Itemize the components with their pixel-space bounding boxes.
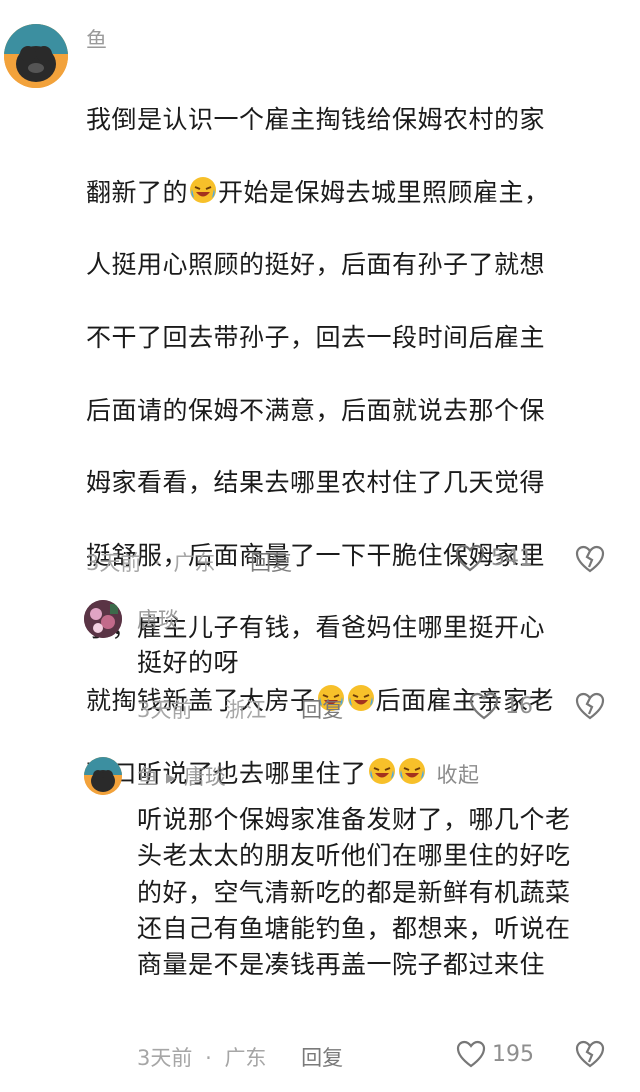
text-line: 人挺用心照顾的挺好，后面有孙子了就想 xyxy=(86,250,546,280)
laughing-crying-emoji-icon xyxy=(397,756,427,786)
laughing-crying-emoji-icon xyxy=(346,683,376,713)
separator: · xyxy=(205,698,212,722)
like-count: 16 xyxy=(505,693,533,719)
timestamp: 3天前 xyxy=(86,551,142,575)
comment-text: 挺好的呀 xyxy=(137,648,240,677)
avatar[interactable] xyxy=(84,600,122,638)
right-triangle-icon: ▶ xyxy=(166,771,176,786)
comment-text: 听说那个保姆家准备发财了，哪几个老 头老太太的朋友听他们在哪里住的好吃 的好，空… xyxy=(137,805,571,980)
dislike-button[interactable] xyxy=(575,692,605,724)
collapse-button[interactable]: 收起 xyxy=(437,763,480,787)
timestamp: 3天前 xyxy=(137,1046,193,1070)
broken-heart-icon xyxy=(575,692,605,720)
text-line: 我倒是认识一个雇主掏钱给保姆农村的家 xyxy=(86,105,546,135)
username[interactable]: 鱼 xyxy=(86,28,107,52)
reply-button[interactable]: 回复 xyxy=(301,698,343,722)
text-line: 不干了回去带孙子，回去一段时间后雇主 xyxy=(86,323,546,353)
comment-meta: 3天前 · 浙江 回复 xyxy=(137,694,343,724)
text-line: 翻新了的 开始是保姆去城里照顾雇主， xyxy=(86,175,616,211)
heart-outline-icon xyxy=(456,1040,486,1068)
like-button[interactable]: 16 xyxy=(469,692,533,720)
comment-meta: 3天前 · 广东 回复 xyxy=(137,1042,343,1072)
like-count: 541 xyxy=(491,545,533,571)
separator: · xyxy=(154,551,161,575)
username: 鱼 ▶ 唐琰 xyxy=(137,765,226,791)
like-count: 195 xyxy=(492,1041,534,1067)
location: 广东 xyxy=(173,551,216,575)
location: 浙江 xyxy=(224,698,267,722)
reply-button[interactable]: 回复 xyxy=(250,551,292,575)
comment-meta: 3天前 · 广东 回复 xyxy=(86,547,292,577)
text-line: 后面请的保姆不满意，后面就说去那个保 xyxy=(86,395,546,425)
location: 广东 xyxy=(224,1046,267,1070)
text-line: 姆家看看，结果去哪里农村住了几天觉得 xyxy=(86,468,546,498)
username[interactable]: 唐琰 xyxy=(137,608,179,632)
avatar[interactable] xyxy=(84,757,122,795)
laughing-crying-emoji-icon xyxy=(367,756,397,786)
broken-heart-icon xyxy=(575,545,605,573)
like-button[interactable]: 541 xyxy=(455,544,533,572)
dislike-button[interactable] xyxy=(575,1040,605,1072)
broken-heart-icon xyxy=(575,1040,605,1068)
avatar[interactable] xyxy=(4,24,68,88)
author-name[interactable]: 鱼 xyxy=(137,765,158,789)
like-button[interactable]: 195 xyxy=(456,1040,534,1068)
heart-outline-icon xyxy=(455,544,485,572)
laughing-crying-emoji-icon xyxy=(188,175,218,205)
timestamp: 3天前 xyxy=(137,698,193,722)
dislike-button[interactable] xyxy=(575,545,605,577)
reply-to-name[interactable]: 唐琰 xyxy=(184,765,226,789)
reply-button[interactable]: 回复 xyxy=(301,1046,343,1070)
heart-outline-icon xyxy=(469,692,499,720)
separator: · xyxy=(205,1046,212,1070)
